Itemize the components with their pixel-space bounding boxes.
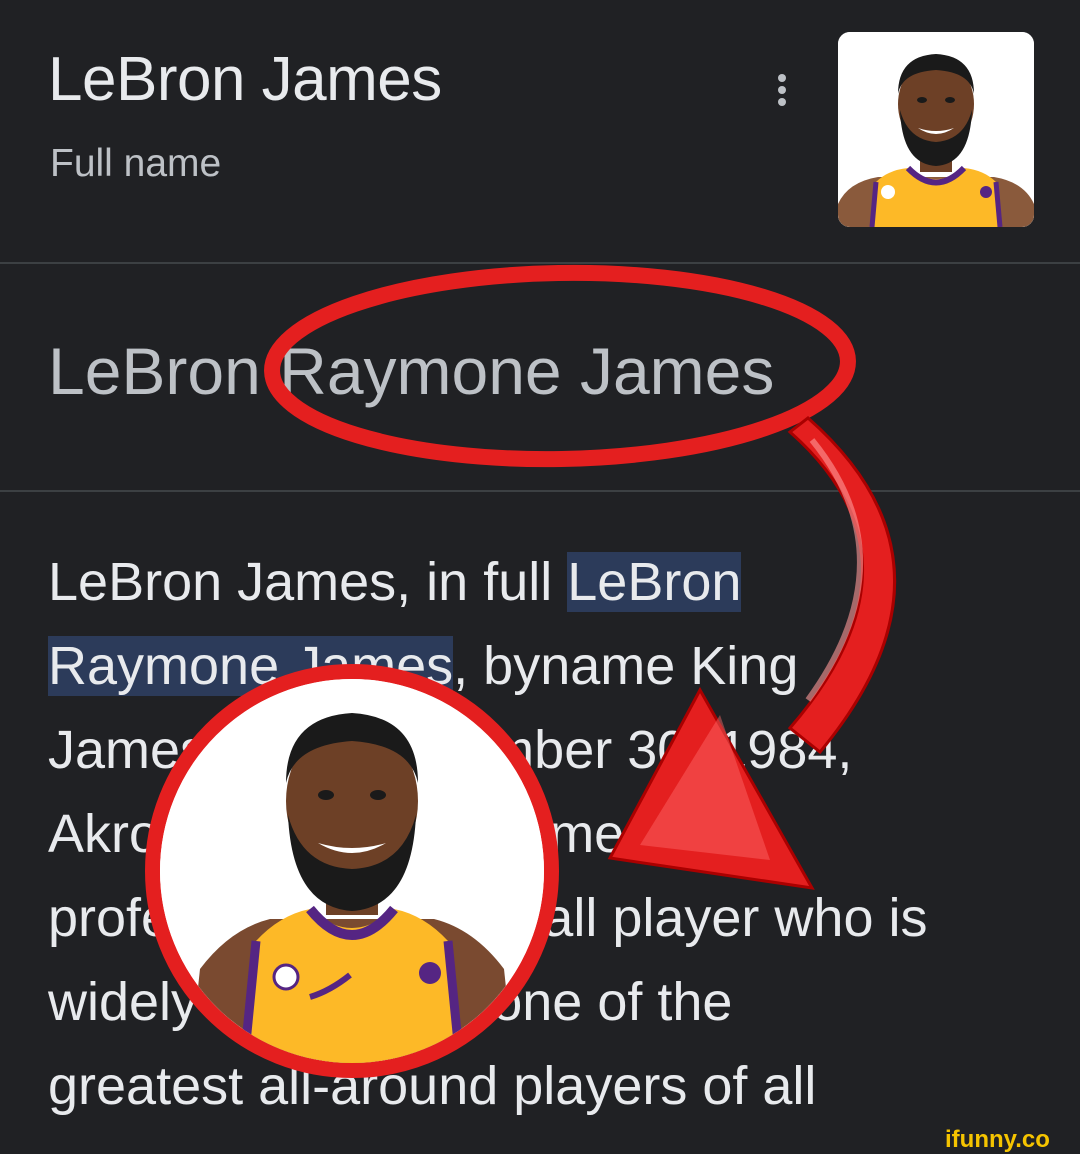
annotation-overlay [264, 264, 897, 890]
red-arrow-annotation [607, 416, 897, 890]
player-photo [160, 679, 544, 1063]
red-circle-annotation [264, 264, 856, 468]
player-zoom-circle [145, 664, 559, 1078]
